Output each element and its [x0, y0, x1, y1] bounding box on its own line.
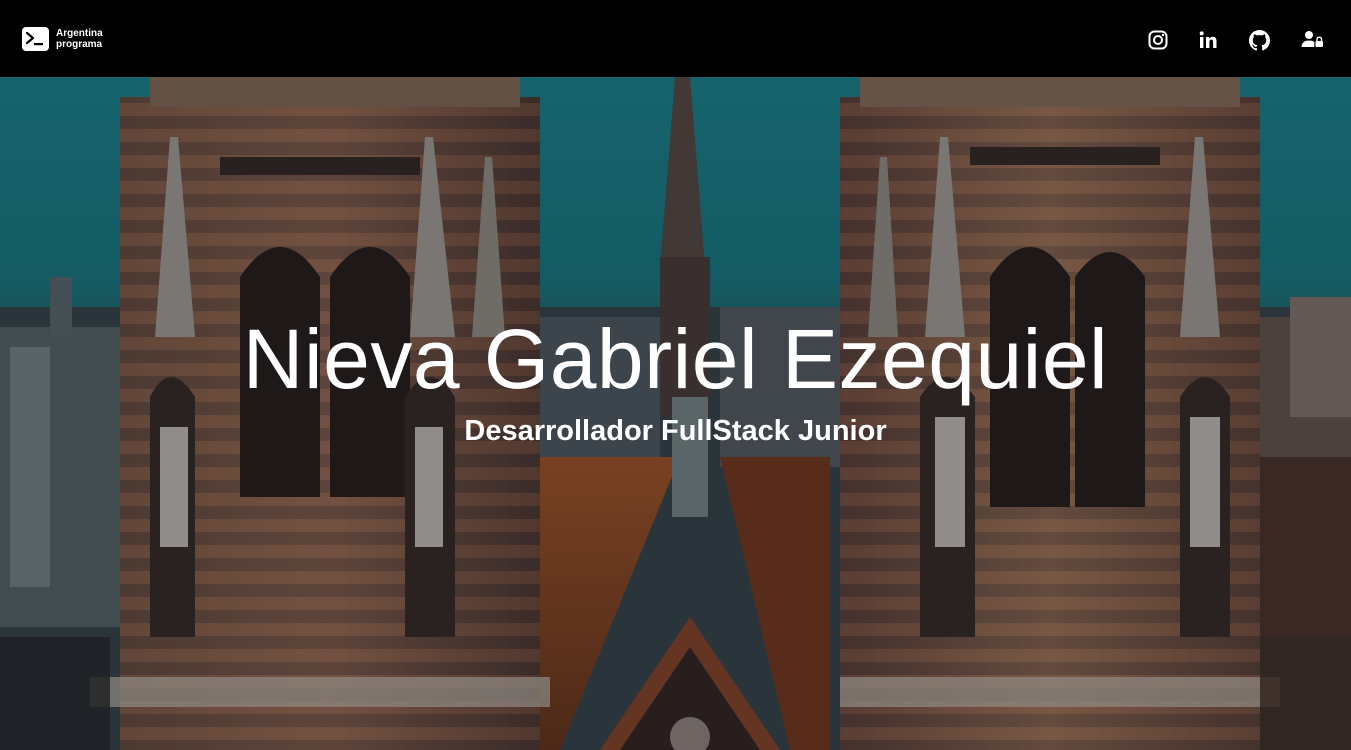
brand-name: Argentina programa [56, 28, 103, 50]
hero-subtitle: Desarrollador FullStack Junior [464, 415, 887, 447]
linkedin-icon [1199, 31, 1217, 48]
github-icon [1248, 29, 1270, 50]
github-link[interactable] [1248, 29, 1270, 51]
hero-section: Nieva Gabriel Ezequiel Desarrollador Ful… [0, 77, 1351, 750]
linkedin-link[interactable] [1197, 29, 1219, 51]
instagram-link[interactable] [1147, 29, 1169, 51]
terminal-icon [22, 27, 49, 51]
login-link[interactable] [1301, 29, 1325, 51]
instagram-icon [1148, 30, 1168, 50]
user-lock-icon [1301, 31, 1323, 47]
navbar: Argentina programa [0, 0, 1351, 77]
brand-line-1: Argentina [56, 28, 103, 39]
brand-link[interactable]: Argentina programa [22, 27, 103, 51]
brand-line-2: programa [56, 39, 103, 50]
hero-title: Nieva Gabriel Ezequiel [242, 312, 1109, 406]
